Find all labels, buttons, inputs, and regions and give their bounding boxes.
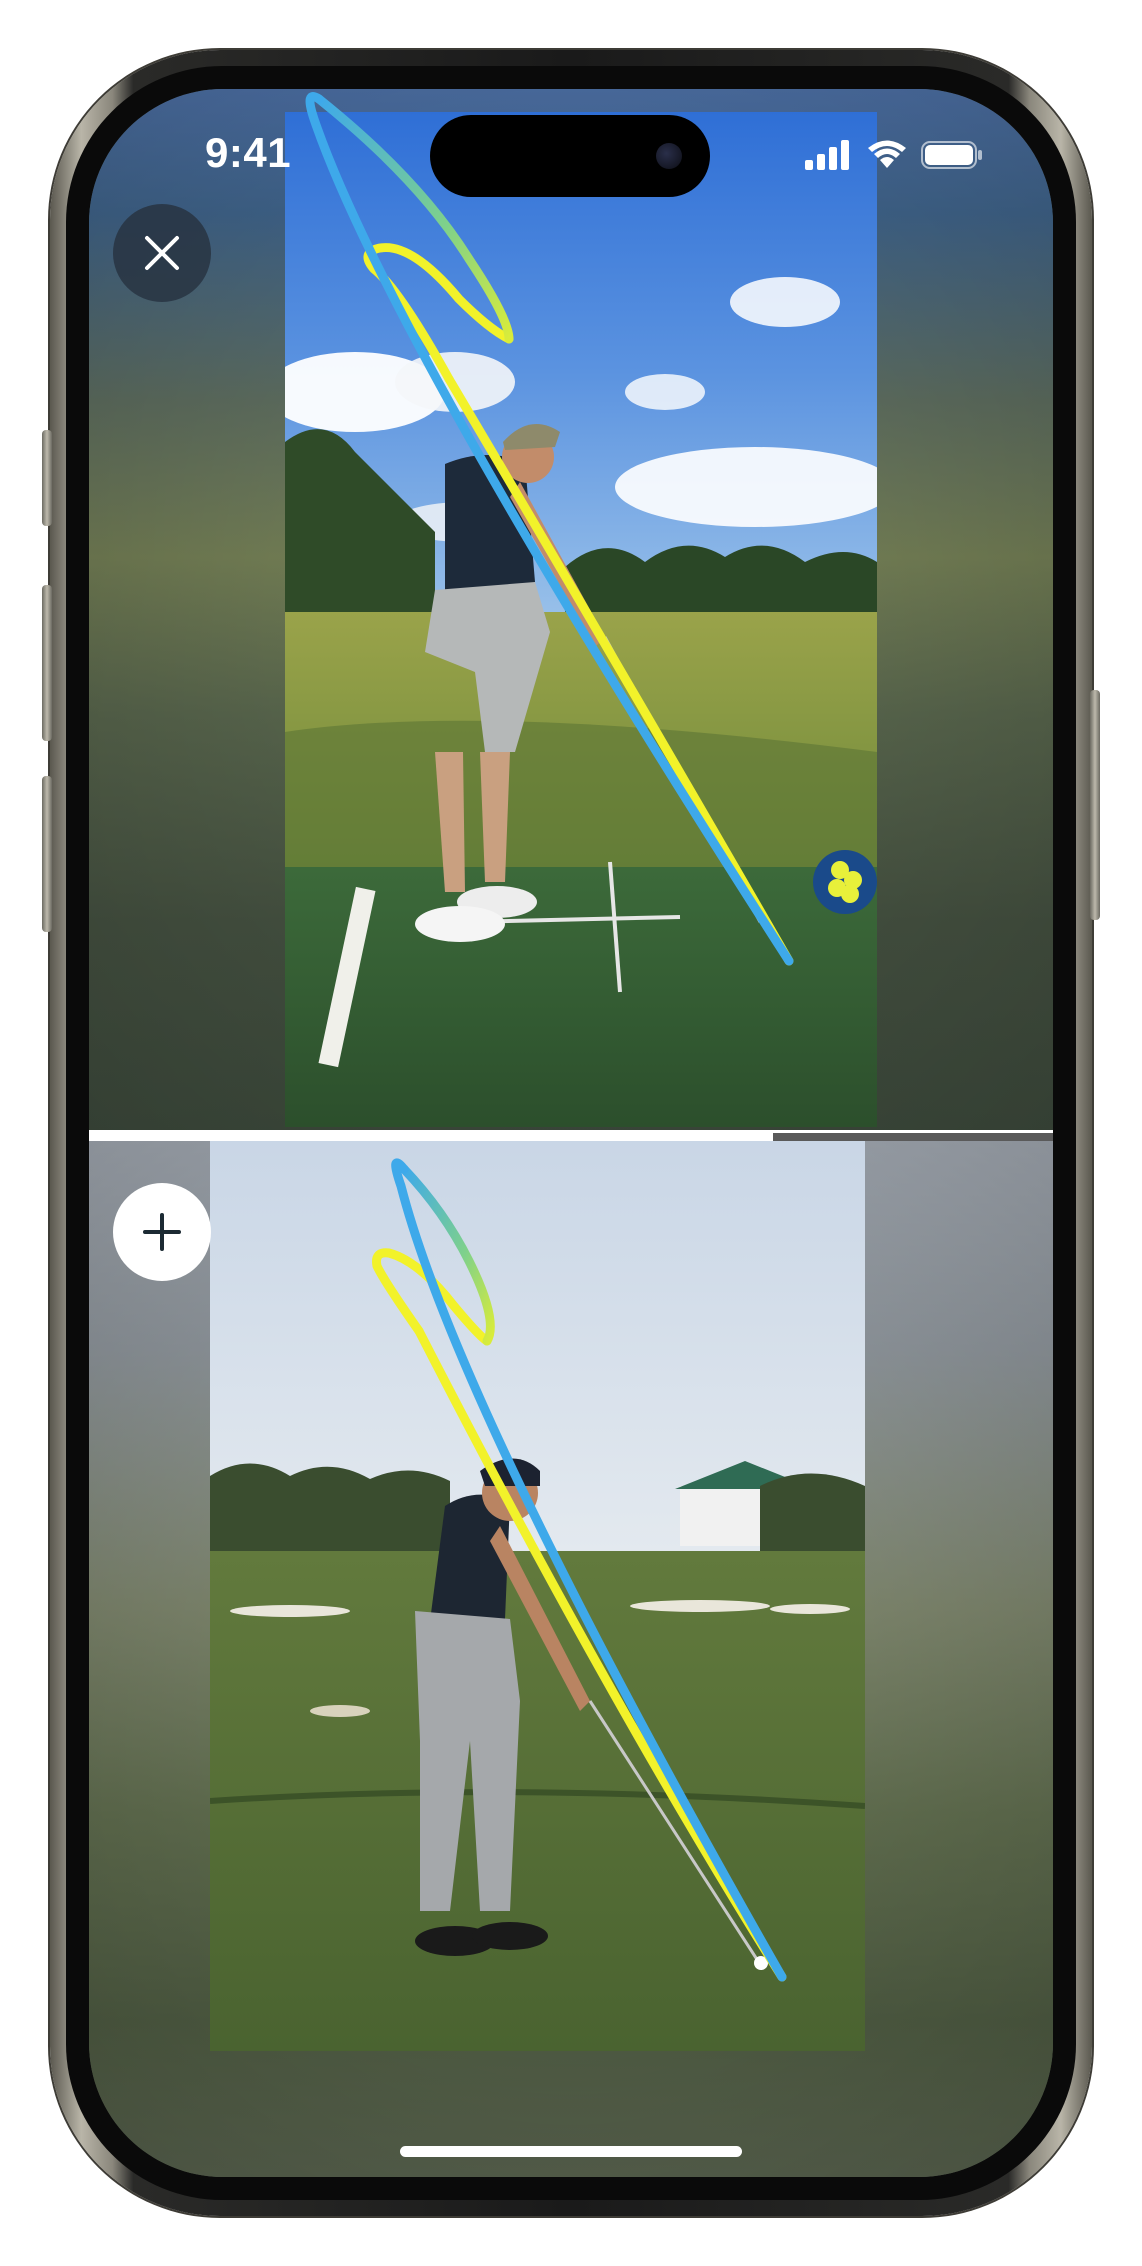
action-button [42, 430, 52, 526]
status-time: 9:41 [205, 129, 292, 176]
close-button[interactable] [113, 204, 211, 302]
home-indicator[interactable] [400, 2146, 742, 2157]
playback-progress-remaining [773, 1133, 1053, 1141]
status-icons [805, 137, 983, 173]
plus-icon [143, 1213, 181, 1251]
volume-up-button [42, 585, 52, 741]
phone-screen: 9:41 [89, 89, 1053, 2177]
volume-down-button [42, 776, 52, 932]
power-button [1090, 690, 1100, 920]
front-camera [656, 143, 682, 169]
add-video-button[interactable] [113, 1183, 211, 1281]
cellular-signal-icon [805, 140, 849, 170]
wifi-icon [868, 140, 906, 168]
dynamic-island [430, 115, 710, 197]
bottom-swing-trace [372, 1158, 787, 1982]
top-swing-trace [305, 92, 794, 966]
close-icon [145, 236, 179, 270]
battery-icon [921, 141, 982, 169]
